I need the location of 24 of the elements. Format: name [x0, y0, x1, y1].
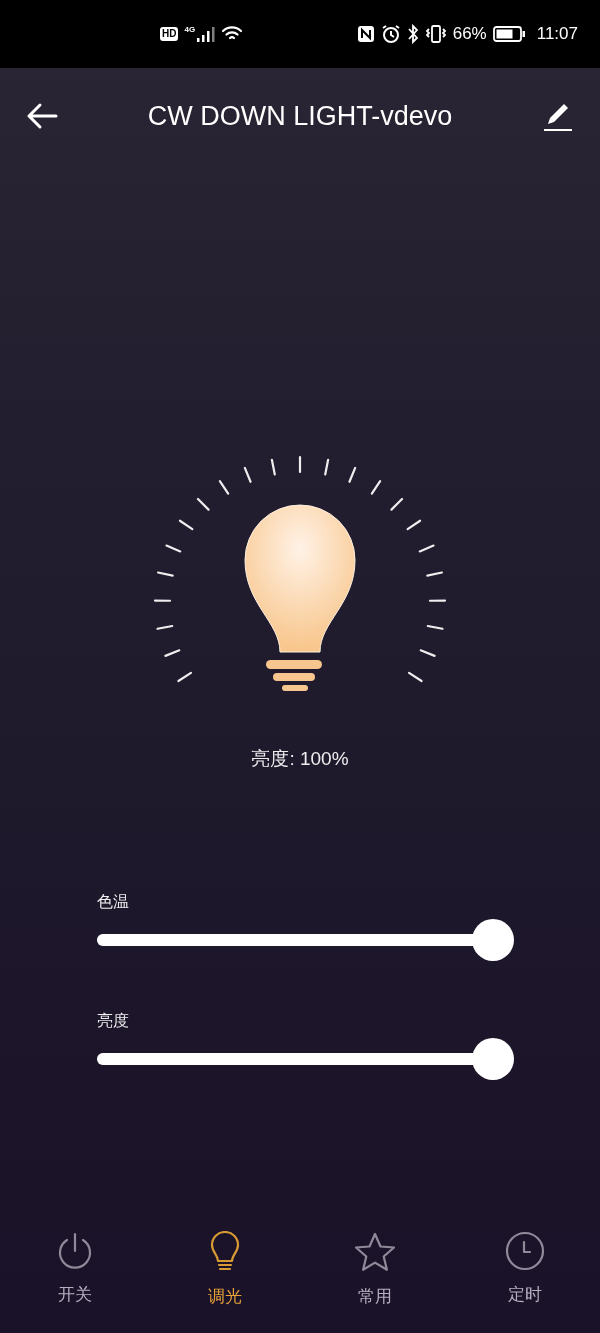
clock-icon — [505, 1231, 545, 1271]
star-icon — [353, 1231, 397, 1273]
nfc-icon — [356, 25, 375, 43]
nav-tab[interactable]: 常用 — [300, 1230, 450, 1309]
battery-icon — [492, 26, 525, 42]
back-button[interactable] — [26, 102, 58, 130]
hd-badge: HD — [160, 27, 179, 41]
battery-percent: 66% — [452, 24, 487, 44]
nav-tab[interactable]: 开关 — [0, 1230, 150, 1309]
slider-fill[interactable] — [97, 919, 514, 961]
slider-label: 色温 — [97, 892, 130, 912]
alarm-icon — [380, 24, 401, 44]
nav-tab[interactable]: 定时 — [450, 1230, 600, 1309]
nav-tab[interactable]: 调光 — [150, 1230, 300, 1309]
vibrate-icon — [424, 24, 447, 44]
bulb-icon — [209, 1231, 241, 1273]
network-type: 4G — [184, 24, 196, 34]
brightness-reading: 亮度: 100% — [251, 747, 349, 771]
clock-time: 11:07 — [536, 24, 578, 44]
signal-icon — [197, 26, 216, 42]
device-title: CW DOWN LIGHT-vdevo — [147, 100, 453, 132]
bluetooth-icon — [406, 24, 419, 44]
slider-fill[interactable] — [97, 1038, 514, 1080]
slider-label: 亮度 — [97, 1011, 130, 1031]
